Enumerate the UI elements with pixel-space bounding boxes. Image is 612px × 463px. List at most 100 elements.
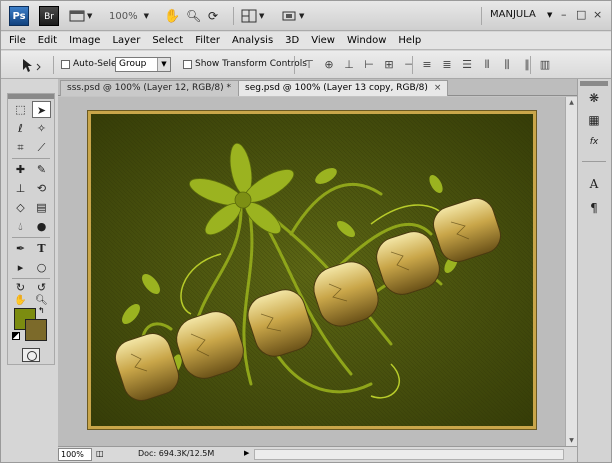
path-selection-tool-icon[interactable]: ▸: [11, 259, 30, 276]
distribute-left-icon[interactable]: ⫴: [480, 58, 494, 72]
type-tool-icon[interactable]: T: [32, 240, 51, 257]
photoshop-window: Ps Br ▼ 100% ▼ ✋ 🔍︎ ⟳ ▼ ▼ MANJULA ▼ – □ …: [0, 0, 612, 463]
history-brush-tool-icon[interactable]: ⟲: [32, 180, 51, 197]
quick-mask-button[interactable]: [22, 348, 40, 362]
align-top-edges-icon[interactable]: ⊤: [302, 58, 316, 72]
panel-grip[interactable]: [8, 94, 54, 99]
styles-panel-icon[interactable]: fx: [584, 133, 604, 151]
auto-select-checkbox[interactable]: [61, 60, 70, 69]
application-bar: Ps Br ▼ 100% ▼ ✋ 🔍︎ ⟳ ▼ ▼ MANJULA ▼ – □ …: [1, 1, 611, 31]
blur-tool-icon[interactable]: 💧︎: [11, 218, 30, 235]
close-window-button[interactable]: ×: [593, 8, 602, 21]
hand-tool-icon[interactable]: ✋: [164, 8, 180, 24]
distribute-bottom-icon[interactable]: ☰: [460, 58, 474, 72]
magic-wand-tool-icon[interactable]: ✧: [32, 120, 51, 137]
menu-edit[interactable]: Edit: [38, 35, 57, 46]
zoom-level-dropdown[interactable]: 100% ▼: [109, 8, 149, 24]
align-vertical-centers-icon[interactable]: ⊕: [322, 58, 336, 72]
status-menu-arrow-icon[interactable]: ▶: [244, 449, 249, 457]
document-canvas[interactable]: [88, 111, 536, 429]
eyedropper-tool-icon[interactable]: ⟋: [32, 139, 51, 156]
zoom-field[interactable]: 100%: [58, 448, 92, 461]
auto-select-value: Group: [119, 59, 147, 69]
distribute-center-icon[interactable]: ≣: [440, 58, 454, 72]
status-info-icon[interactable]: ◫: [96, 449, 104, 458]
tool-preset-picker[interactable]: [15, 56, 45, 74]
tab-seg-psd[interactable]: seg.psd @ 100% (Layer 13 copy, RGB/8) ×: [238, 80, 449, 96]
scroll-up-icon[interactable]: ▲: [566, 97, 577, 108]
ellipse-tool-icon[interactable]: ○: [32, 259, 51, 276]
hand-tool-icon[interactable]: ✋: [11, 292, 30, 309]
menu-file[interactable]: File: [9, 35, 26, 46]
collapsed-panels-strip: ❋ ▦ fx A ¶: [577, 79, 611, 462]
auto-select-dropdown[interactable]: Group ▼: [115, 57, 171, 72]
tools-panel: ⬚ ➤ ℓ ✧ ⌗ ⟋ ✚ ✎ ⊥ ⟲ ◇ ▤ 💧︎ ● ✒ T ▸ ○ ↻ ↺…: [7, 93, 55, 365]
document-area: sss.psd @ 100% (Layer 12, RGB/8) *× seg.…: [58, 79, 577, 462]
show-transform-controls-checkbox[interactable]: [183, 60, 192, 69]
chevron-down-icon: ▼: [547, 11, 553, 19]
close-tab-icon[interactable]: ×: [434, 83, 442, 93]
align-right-edges-icon[interactable]: ⊣: [402, 58, 416, 72]
restore-button[interactable]: □: [576, 8, 586, 21]
horizontal-scrollbar[interactable]: [254, 449, 564, 460]
menu-analysis[interactable]: Analysis: [232, 35, 273, 46]
show-transform-controls-label: Show Transform Controls: [195, 59, 307, 69]
align-bottom-edges-icon[interactable]: ⊥: [342, 58, 356, 72]
menu-select[interactable]: Select: [152, 35, 183, 46]
view-extras-icon: [69, 10, 85, 22]
artwork-image: [91, 114, 533, 426]
zoom-tool-icon[interactable]: 🔍︎: [186, 8, 201, 24]
clone-stamp-tool-icon[interactable]: ⊥: [11, 180, 30, 197]
auto-align-layers-icon[interactable]: ▥: [538, 58, 552, 72]
background-color-swatch[interactable]: [25, 319, 47, 341]
distribute-top-icon[interactable]: ≡: [420, 58, 434, 72]
default-colors-icon[interactable]: [12, 332, 20, 340]
character-panel-icon[interactable]: A: [584, 175, 604, 193]
photoshop-logo: Ps: [9, 6, 29, 26]
arrange-documents-button[interactable]: ▼: [241, 8, 264, 24]
paragraph-panel-icon[interactable]: ¶: [584, 199, 604, 217]
view-extras-button[interactable]: ▼: [69, 8, 92, 24]
marquee-tool-icon[interactable]: ⬚: [11, 101, 30, 118]
launch-bridge-button[interactable]: Br: [39, 6, 59, 26]
healing-brush-tool-icon[interactable]: ✚: [11, 161, 30, 178]
menu-bar: File Edit Image Layer Select Filter Anal…: [1, 32, 611, 50]
align-left-edges-icon[interactable]: ⊢: [362, 58, 376, 72]
align-horizontal-centers-icon[interactable]: ⊞: [382, 58, 396, 72]
rotate-view-icon[interactable]: ⟳: [208, 8, 218, 24]
menu-filter[interactable]: Filter: [195, 35, 220, 46]
status-bar: 100% ◫ Doc: 694.3K/12.5M ▶: [58, 446, 577, 462]
swap-colors-icon[interactable]: ↰: [38, 306, 45, 315]
eraser-tool-icon[interactable]: ◇: [11, 199, 30, 216]
crop-tool-icon[interactable]: ⌗: [11, 139, 30, 156]
distribute-right-icon[interactable]: ∥: [520, 58, 534, 72]
move-tool-icon[interactable]: ➤: [32, 101, 51, 118]
menu-help[interactable]: Help: [398, 35, 421, 46]
canvas-viewport[interactable]: [58, 97, 565, 446]
menu-layer[interactable]: Layer: [112, 35, 140, 46]
color-panel-icon[interactable]: ❋: [584, 89, 604, 107]
workspace-switcher[interactable]: MANJULA ▼: [490, 9, 552, 20]
minimize-button[interactable]: –: [561, 8, 567, 21]
menu-3d[interactable]: 3D: [285, 35, 299, 46]
dodge-tool-icon[interactable]: ●: [32, 218, 51, 235]
screen-mode-button[interactable]: ▼: [281, 8, 304, 24]
menu-image[interactable]: Image: [69, 35, 100, 46]
tab-sss-psd[interactable]: sss.psd @ 100% (Layer 12, RGB/8) *×: [60, 80, 252, 96]
brush-tool-icon[interactable]: ✎: [32, 161, 51, 178]
options-bar: Auto-Select: Group ▼ Show Transform Cont…: [1, 51, 611, 79]
distribute-h-center-icon[interactable]: ⫼: [500, 58, 514, 72]
menu-view[interactable]: View: [311, 35, 335, 46]
menu-window[interactable]: Window: [347, 35, 386, 46]
lasso-tool-icon[interactable]: ℓ: [11, 120, 30, 137]
vertical-scrollbar[interactable]: ▲ ▼: [565, 97, 577, 446]
chevron-down-icon: ▼: [157, 58, 170, 71]
panel-grip[interactable]: [580, 81, 608, 86]
arrange-documents-icon: [241, 9, 257, 23]
zoom-level-value: 100%: [109, 10, 138, 22]
swatches-panel-icon[interactable]: ▦: [584, 111, 604, 129]
pen-tool-icon[interactable]: ✒: [11, 240, 30, 257]
screen-mode-icon: [282, 11, 296, 21]
scroll-down-icon[interactable]: ▼: [566, 435, 577, 446]
gradient-tool-icon[interactable]: ▤: [32, 199, 51, 216]
